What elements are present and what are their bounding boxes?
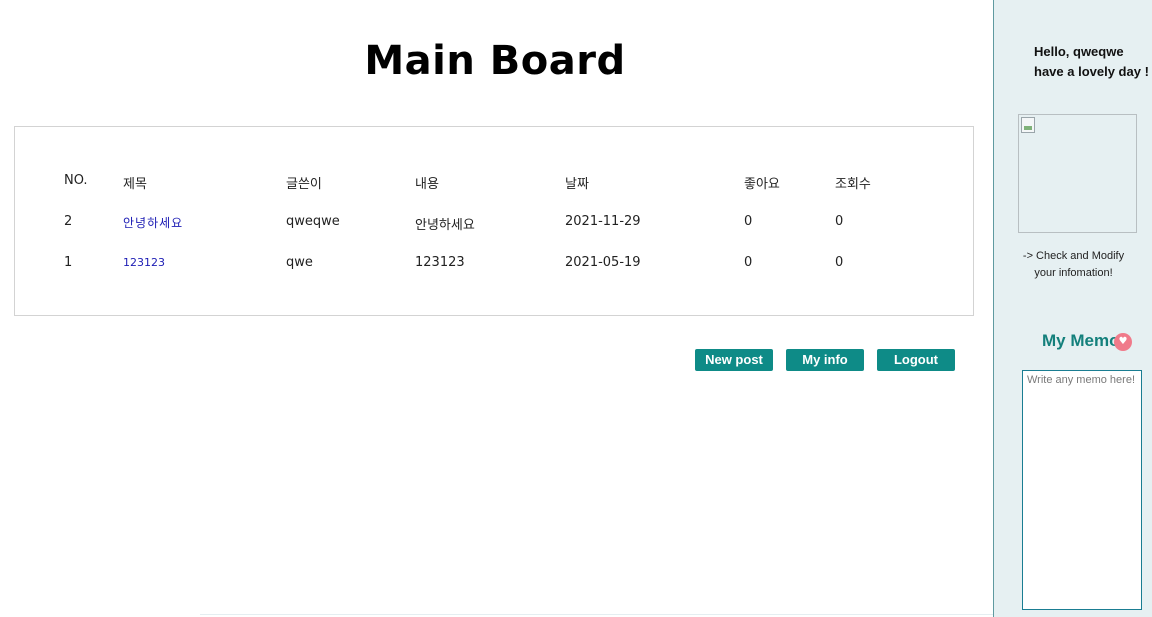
table-cell-no: 1 — [64, 255, 73, 270]
page-root: Main Board NO. 제목 글쓴이 내용 날짜 좋아요 조회수 2 안녕… — [0, 0, 1152, 617]
post-title-link[interactable]: 안녕하세요 — [123, 216, 183, 230]
board-table: NO. 제목 글쓴이 내용 날짜 좋아요 조회수 2 안녕하세요 qweqwe … — [14, 126, 974, 316]
column-header-title: 제목 — [123, 177, 147, 192]
table-cell-content: 123123 — [415, 255, 465, 270]
check-info-line: your infomation! — [1034, 267, 1113, 279]
table-cell-date: 2021-05-19 — [565, 255, 641, 270]
greeting: Hello, qweqwe have a lovely day ! — [1034, 42, 1149, 82]
column-header-likes: 좋아요 — [744, 177, 780, 192]
memo-title: My Memo — [1042, 331, 1120, 350]
divider — [200, 614, 993, 615]
profile-image[interactable] — [1018, 114, 1137, 233]
table-cell-title: 123123 — [123, 255, 165, 270]
new-post-button[interactable]: New post — [695, 349, 773, 371]
post-title-link[interactable]: 123123 — [123, 256, 165, 269]
heart-icon: ♥ — [1114, 333, 1132, 351]
table-cell-author: qweqwe — [286, 214, 340, 229]
table-cell-date: 2021-11-29 — [565, 214, 641, 229]
memo-input[interactable] — [1022, 370, 1142, 610]
table-cell-author: qwe — [286, 255, 313, 270]
main-content: Main Board NO. 제목 글쓴이 내용 날짜 좋아요 조회수 2 안녕… — [0, 0, 993, 617]
column-header-author: 글쓴이 — [286, 177, 322, 192]
my-info-button[interactable]: My info — [786, 349, 864, 371]
check-info-link[interactable]: -> Check and Modify your infomation! — [994, 248, 1152, 282]
table-cell-views: 0 — [835, 214, 844, 229]
page-title: Main Board — [364, 38, 626, 84]
table-cell-title: 안녕하세요 — [123, 214, 183, 231]
broken-image-icon — [1021, 117, 1035, 133]
column-header-no: NO. — [64, 173, 88, 188]
sidebar: Hello, qweqwe have a lovely day ! -> Che… — [993, 0, 1152, 617]
column-header-views: 조회수 — [835, 177, 871, 192]
column-header-content: 내용 — [415, 177, 439, 192]
table-cell-likes: 0 — [744, 214, 753, 229]
table-cell-likes: 0 — [744, 255, 753, 270]
table-cell-no: 2 — [64, 214, 73, 229]
logout-button[interactable]: Logout — [877, 349, 955, 371]
greeting-line: Hello, qweqwe — [1034, 44, 1124, 59]
column-header-date: 날짜 — [565, 177, 589, 192]
check-info-line: -> Check and Modify — [1022, 250, 1125, 262]
table-cell-content: 안녕하세요 — [415, 218, 475, 233]
greeting-line: have a lovely day ! — [1034, 64, 1149, 79]
table-cell-views: 0 — [835, 255, 844, 270]
